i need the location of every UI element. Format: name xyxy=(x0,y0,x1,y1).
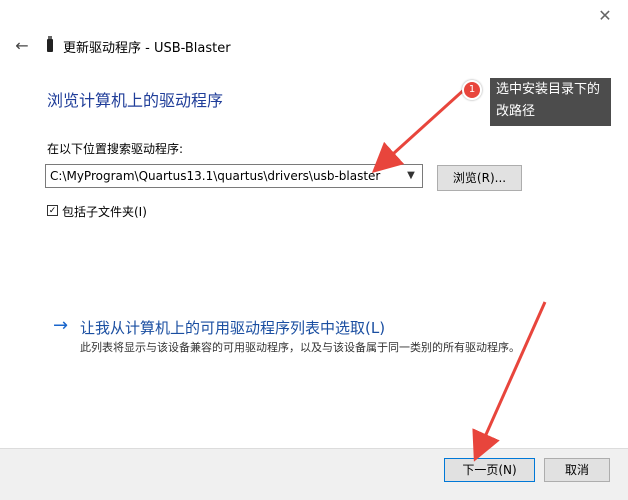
include-subfolders-label[interactable]: 包括子文件夹(I) xyxy=(62,203,147,220)
window-title: 更新驱动程序 - USB-Blaster xyxy=(63,41,231,56)
usb-device-icon xyxy=(47,36,53,52)
driver-update-window: ✕ ← 更新驱动程序 - USB-Blaster 浏览计算机上的驱动程序 在以下… xyxy=(0,0,628,500)
search-location-label: 在以下位置搜索驱动程序: xyxy=(47,142,184,156)
close-icon[interactable]: ✕ xyxy=(592,4,618,28)
annotation-arrows xyxy=(371,86,547,462)
annotation-step-badge: 1 xyxy=(462,80,482,100)
pick-from-list-link[interactable]: 让我从计算机上的可用驱动程序列表中选取(L) xyxy=(80,317,385,338)
include-subfolders-checkbox[interactable]: ✓ xyxy=(47,205,58,216)
back-arrow-icon[interactable]: ← xyxy=(12,36,32,56)
page-heading: 浏览计算机上的驱动程序 xyxy=(47,91,224,110)
driver-path-value[interactable]: C:\MyProgram\Quartus13.1\quartus\drivers… xyxy=(50,169,380,183)
driver-path-combobox[interactable]: C:\MyProgram\Quartus13.1\quartus\drivers… xyxy=(45,164,423,188)
annotation-arrow-to-path xyxy=(371,86,468,174)
annotation-callout: 选中安装目录下的改路径 xyxy=(490,78,611,126)
cancel-button[interactable]: 取消 xyxy=(544,458,610,482)
pick-from-list-description: 此列表将显示与该设备兼容的可用驱动程序，以及与该设备属于同一类别的所有驱动程序。 xyxy=(80,341,520,354)
annotation-arrow-to-next xyxy=(472,301,547,462)
link-arrow-icon[interactable]: → xyxy=(53,315,68,337)
browse-button[interactable]: 浏览(R)... xyxy=(437,165,522,191)
next-button[interactable]: 下一页(N) xyxy=(444,458,535,482)
chevron-down-icon[interactable]: ▼ xyxy=(403,168,419,184)
